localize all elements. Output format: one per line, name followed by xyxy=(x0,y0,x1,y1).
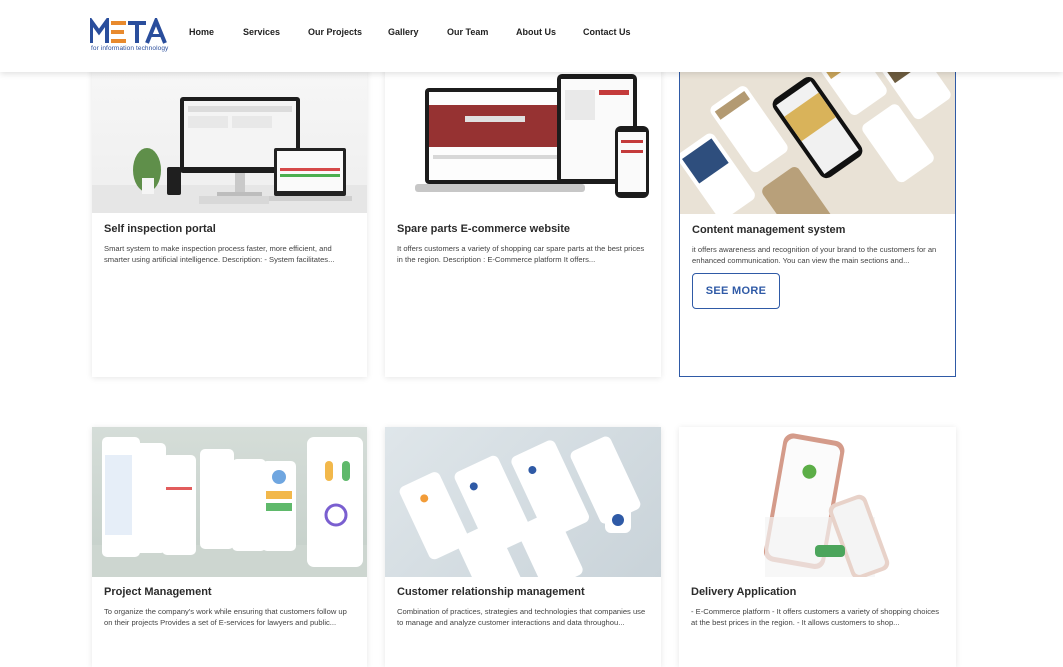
nav-our-projects[interactable]: Our Projects xyxy=(308,27,362,37)
project-card-spare-parts[interactable]: Spare parts E-commerce website It offers… xyxy=(385,60,661,377)
nav-our-team[interactable]: Our Team xyxy=(447,27,488,37)
nav-about-us[interactable]: About Us xyxy=(516,27,556,37)
project-description: - E-Commerce platform - It offers custom… xyxy=(691,607,940,627)
project-image xyxy=(680,61,955,214)
site-header: for information technology Home Services… xyxy=(0,0,1063,72)
meta-logo[interactable]: for information technology xyxy=(90,18,170,56)
project-description: Smart system to make inspection process … xyxy=(104,244,335,264)
project-card-delivery[interactable]: Delivery Application - E-Commerce platfo… xyxy=(679,427,956,667)
nav-gallery[interactable]: Gallery xyxy=(388,27,419,37)
project-description: It offers customers a variety of shoppin… xyxy=(397,244,645,264)
project-title: Project Management xyxy=(104,586,212,598)
meta-logo-mark xyxy=(90,18,167,44)
project-card-crm[interactable]: Customer relationship management Combina… xyxy=(385,427,661,667)
project-description: it offers awareness and recognition of y… xyxy=(692,245,937,265)
project-title: Self inspection portal xyxy=(104,223,216,235)
project-card-self-inspection[interactable]: Self inspection portal Smart system to m… xyxy=(92,60,367,377)
project-image xyxy=(385,427,661,577)
project-image xyxy=(679,427,956,577)
logo-tagline: for information technology xyxy=(91,45,169,52)
project-title: Customer relationship management xyxy=(397,586,585,598)
project-description: Combination of practices, strategies and… xyxy=(397,607,646,627)
project-image xyxy=(92,60,367,213)
nav-services[interactable]: Services xyxy=(243,27,280,37)
project-title: Delivery Application xyxy=(691,586,797,598)
nav-contact-us[interactable]: Contact Us xyxy=(583,27,631,37)
see-more-button[interactable]: SEE MORE xyxy=(692,273,780,309)
nav-home[interactable]: Home xyxy=(189,27,214,37)
project-title: Content management system xyxy=(692,224,846,236)
project-image xyxy=(385,60,661,213)
project-card-cms[interactable]: Content management system it offers awar… xyxy=(679,60,956,377)
project-title: Spare parts E-commerce website xyxy=(397,223,571,235)
project-description: To organize the company's work while ens… xyxy=(104,607,347,627)
project-card-project-management[interactable]: Project Management To organize the compa… xyxy=(92,427,367,667)
project-image xyxy=(92,427,367,577)
